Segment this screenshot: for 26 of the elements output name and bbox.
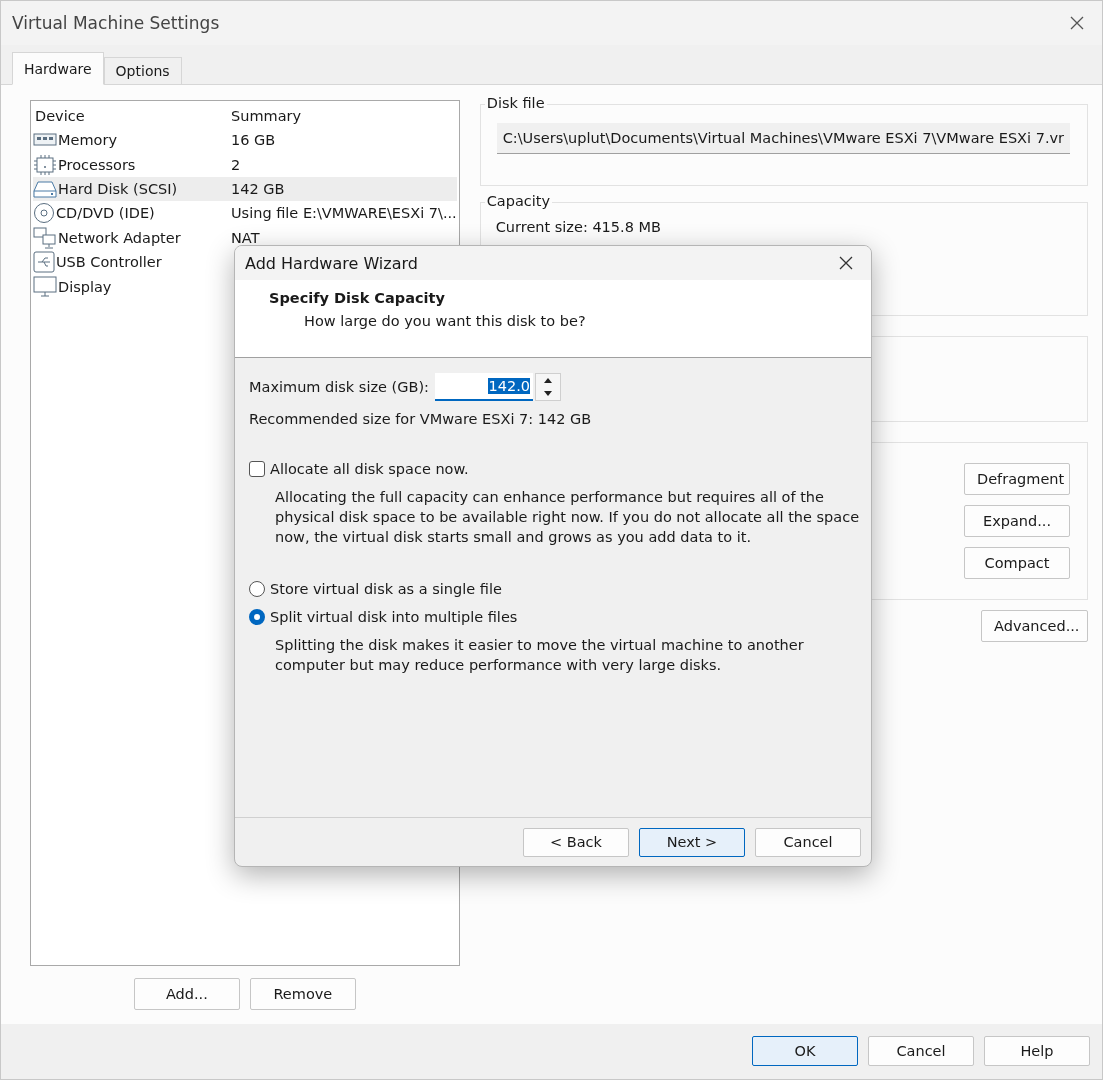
window-title: Virtual Machine Settings bbox=[12, 13, 220, 33]
device-summary: 2 bbox=[230, 156, 242, 173]
device-name: Processors bbox=[58, 156, 136, 173]
device-summary: NAT bbox=[230, 229, 261, 246]
recommended-size: Recommended size for VMware ESXi 7: 142 GB bbox=[249, 411, 593, 427]
radio-label: Store virtual disk as a single file bbox=[270, 581, 502, 597]
checkbox-label: Allocate all disk space now. bbox=[270, 461, 469, 477]
device-name: Hard Disk (SCSI) bbox=[58, 180, 178, 197]
device-name: USB Controller bbox=[56, 254, 162, 271]
device-name: Network Adapter bbox=[58, 229, 181, 246]
column-header: Device bbox=[34, 108, 86, 124]
radio-label: Split virtual disk into multiple files bbox=[270, 609, 518, 625]
device-name: CD/DVD (IDE) bbox=[56, 205, 155, 222]
device-name: Memory bbox=[58, 132, 117, 149]
current-size: Current size: 415.8 MB bbox=[494, 218, 662, 237]
split-description: Splitting the disk makes it easier to move the virtual machine to another computer but may reduce performance with very large disks. bbox=[274, 636, 805, 675]
device-summary: Using file E:\VMWARE\ESXi 7\... bbox=[230, 205, 457, 222]
dialog-title: Add Hardware Wizard bbox=[245, 253, 418, 273]
device-summary: 142 GB bbox=[230, 180, 286, 197]
device-name: Display bbox=[58, 278, 112, 295]
step-heading: Specify Disk Capacity bbox=[269, 290, 446, 306]
device-summary: 16 GB bbox=[230, 132, 277, 149]
column-header: Summary bbox=[230, 108, 303, 124]
step-subheading: How large do you want this disk to be? bbox=[303, 312, 587, 329]
allocate-description: Allocating the full capacity can enhance performance but requires all of the physical disk space to be available right now. If you do not allocate all the space now, the virtual disk starts small and grows as you add data to it. bbox=[274, 488, 860, 547]
size-label: Maximum disk size (GB): bbox=[249, 379, 429, 395]
